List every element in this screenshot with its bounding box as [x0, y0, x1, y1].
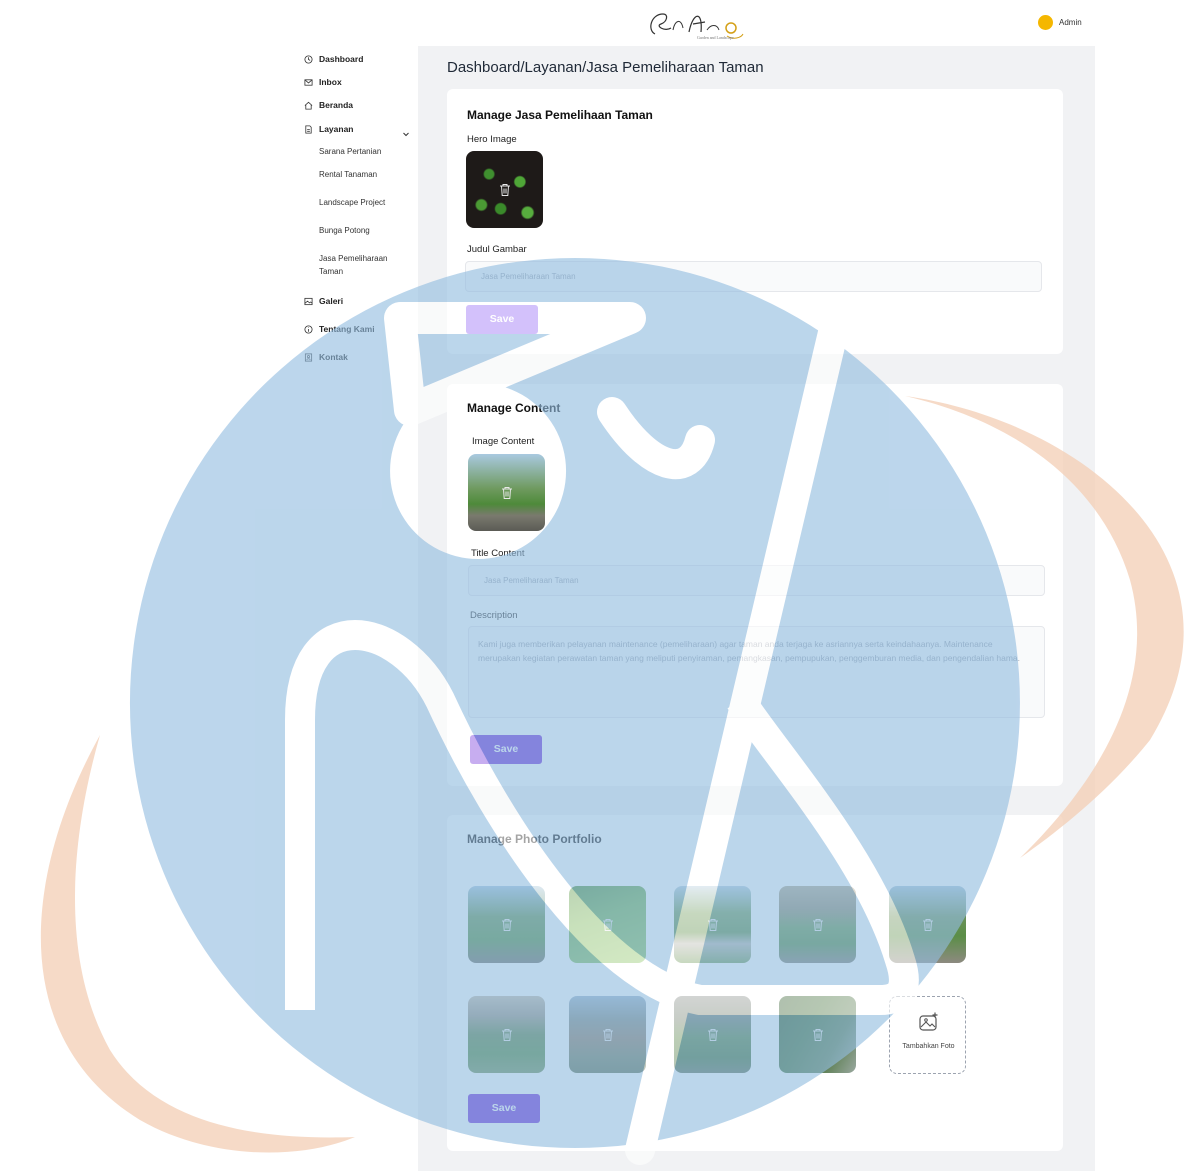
- sidebar-item-inbox[interactable]: Inbox: [304, 77, 342, 87]
- sidebar: Dashboard Inbox Beranda Layanan Sarana P…: [298, 46, 418, 1171]
- portfolio-photo[interactable]: [674, 886, 751, 963]
- portfolio-card: Manage Photo Portfolio Tambahkan Foto Sa…: [447, 815, 1063, 1151]
- svg-text:Garden and Landscape: Garden and Landscape: [697, 35, 734, 40]
- user-name: Admin: [1059, 18, 1082, 27]
- trash-icon[interactable]: [922, 918, 934, 932]
- trash-icon[interactable]: [501, 1028, 513, 1042]
- sidebar-subitem-sarana-pertanian[interactable]: Sarana Pertanian: [319, 146, 409, 159]
- trash-icon[interactable]: [707, 1028, 719, 1042]
- image-icon: [304, 297, 313, 306]
- sidebar-item-label: Kontak: [319, 352, 348, 362]
- description-label: Description: [470, 610, 518, 621]
- document-icon: [304, 124, 313, 134]
- sidebar-item-kontak[interactable]: Kontak: [304, 352, 348, 362]
- sidebar-item-layanan[interactable]: Layanan: [304, 124, 354, 134]
- trash-icon[interactable]: [707, 918, 719, 932]
- trash-icon[interactable]: [812, 918, 824, 932]
- sidebar-item-label: Galeri: [319, 296, 344, 306]
- trash-icon[interactable]: [812, 1028, 824, 1042]
- mail-icon: [304, 78, 313, 87]
- image-content-label: Image Content: [472, 436, 535, 447]
- content-card-title: Manage Content: [467, 401, 561, 415]
- judul-gambar-input[interactable]: Jasa Pemeliharaan Taman: [465, 261, 1042, 292]
- portfolio-photo[interactable]: [779, 886, 856, 963]
- title-content-input[interactable]: Jasa Pemeliharaan Taman: [468, 565, 1045, 596]
- sidebar-item-tentang-kami[interactable]: Tentang Kami: [304, 324, 375, 334]
- top-header: Garden and Landscape Admin: [0, 0, 1203, 46]
- main-content: Dashboard/Layanan/Jasa Pemeliharaan Tama…: [418, 46, 1095, 1171]
- trash-icon[interactable]: [499, 183, 511, 197]
- sidebar-subitem-rental-tanaman[interactable]: Rental Tanaman: [319, 169, 409, 182]
- portfolio-photo[interactable]: [468, 996, 545, 1073]
- sidebar-subitem-jasa-pemeliharaan[interactable]: Jasa Pemeliharaan Taman: [319, 253, 399, 278]
- content-save-button[interactable]: Save: [470, 735, 542, 764]
- sidebar-item-label: Dashboard: [319, 54, 364, 64]
- hero-card: Manage Jasa Pemelihaan Taman Hero Image …: [447, 89, 1063, 354]
- chevron-down-icon[interactable]: [402, 125, 410, 137]
- breadcrumb: Dashboard/Layanan/Jasa Pemeliharaan Tama…: [447, 59, 764, 76]
- hero-card-title: Manage Jasa Pemelihaan Taman: [467, 108, 653, 122]
- hero-image-thumbnail[interactable]: [466, 151, 543, 228]
- image-content-thumbnail[interactable]: [468, 454, 545, 531]
- add-photo-button[interactable]: Tambahkan Foto: [889, 996, 966, 1074]
- sidebar-item-label: Layanan: [319, 124, 354, 134]
- sidebar-item-label: Tentang Kami: [319, 324, 375, 334]
- sidebar-item-dashboard[interactable]: Dashboard: [304, 54, 363, 64]
- sidebar-item-label: Beranda: [319, 100, 354, 110]
- contact-icon: [304, 352, 313, 362]
- portfolio-photo[interactable]: [569, 886, 646, 963]
- portfolio-photo[interactable]: [674, 996, 751, 1073]
- avatar: [1038, 15, 1053, 30]
- sidebar-item-galeri[interactable]: Galeri: [304, 296, 343, 306]
- portfolio-photo[interactable]: [468, 886, 545, 963]
- add-photo-label: Tambahkan Foto: [902, 1043, 955, 1050]
- trash-icon[interactable]: [501, 486, 513, 500]
- sidebar-item-beranda[interactable]: Beranda: [304, 100, 353, 110]
- portfolio-photo[interactable]: [779, 996, 856, 1073]
- portfolio-card-title: Manage Photo Portfolio: [467, 832, 602, 846]
- portfolio-save-button[interactable]: Save: [468, 1094, 540, 1123]
- description-textarea[interactable]: Kami juga memberikan pelayanan maintenan…: [468, 626, 1045, 718]
- portfolio-photo[interactable]: [569, 996, 646, 1073]
- clock-icon: [304, 54, 313, 64]
- portfolio-photo[interactable]: [889, 886, 966, 963]
- user-menu[interactable]: Admin: [1038, 15, 1082, 30]
- add-image-icon: [918, 1011, 940, 1033]
- sidebar-item-label: Inbox: [319, 77, 342, 87]
- trash-icon[interactable]: [602, 1028, 614, 1042]
- sidebar-subitem-bunga-potong[interactable]: Bunga Potong: [319, 225, 409, 238]
- trash-icon[interactable]: [602, 918, 614, 932]
- logo[interactable]: Garden and Landscape: [645, 6, 745, 42]
- sidebar-subitem-landscape-project[interactable]: Landscape Project: [319, 197, 409, 210]
- title-content-label: Title Content: [471, 548, 525, 559]
- hero-image-label: Hero Image: [467, 134, 517, 145]
- info-icon: [304, 324, 313, 334]
- home-icon: [304, 101, 313, 110]
- content-card: Manage Content Image Content Title Conte…: [447, 384, 1063, 786]
- trash-icon[interactable]: [501, 918, 513, 932]
- judul-gambar-label: Judul Gambar: [467, 244, 527, 255]
- hero-save-button[interactable]: Save: [466, 305, 538, 334]
